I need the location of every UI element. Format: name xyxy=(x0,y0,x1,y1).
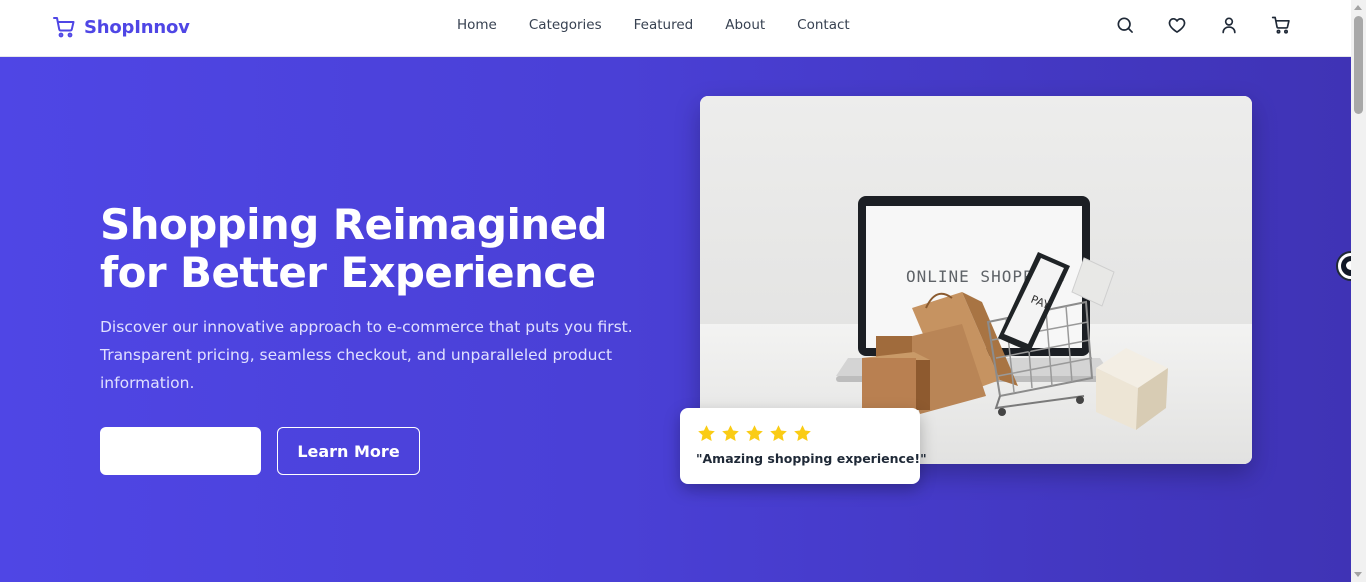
account-button[interactable] xyxy=(1219,15,1239,35)
wishlist-button[interactable] xyxy=(1167,15,1187,35)
hero-title-line: Shopping Reimagined xyxy=(100,200,608,249)
hero-title-line: for Better Experience xyxy=(100,248,596,297)
hero-title: Shopping Reimagined for Better Experienc… xyxy=(100,201,660,297)
search-icon xyxy=(1117,17,1133,33)
rating-stars xyxy=(696,423,816,444)
cart-button[interactable] xyxy=(1271,15,1291,35)
top-navbar: ShopInnov Home Categories Featured About… xyxy=(0,0,1351,57)
cart-icon xyxy=(1271,16,1290,34)
nav-icon-group xyxy=(1115,15,1291,35)
brand-logo-link[interactable]: ShopInnov xyxy=(52,13,190,41)
main-navigation: Home Categories Featured About Contact xyxy=(457,16,850,34)
primary-cta-button[interactable] xyxy=(100,427,261,475)
star-icon xyxy=(698,425,715,441)
hero-description-line: Discover our innovative approach to e-co… xyxy=(100,318,633,336)
search-button[interactable] xyxy=(1115,15,1135,35)
learn-more-button[interactable]: Learn More xyxy=(277,427,420,475)
star-icon xyxy=(722,425,739,441)
hero-description-line: Transparent pricing, seamless checkout, … xyxy=(100,346,613,364)
brand-name: ShopInnov xyxy=(84,16,190,38)
nav-link-categories[interactable]: Categories xyxy=(529,16,602,34)
nav-link-featured[interactable]: Featured xyxy=(634,16,694,34)
nav-link-about[interactable]: About xyxy=(725,16,765,34)
cart-icon xyxy=(53,17,75,38)
review-card: "Amazing shopping experience!" xyxy=(680,408,927,484)
star-icon xyxy=(770,425,787,441)
review-quote: "Amazing shopping experience!" xyxy=(696,451,927,466)
scroll-down-arrow-icon[interactable] xyxy=(1354,572,1362,577)
nav-link-home[interactable]: Home xyxy=(457,16,497,34)
scrollbar-thumb[interactable] xyxy=(1354,16,1363,114)
nav-link-contact[interactable]: Contact xyxy=(797,16,850,34)
page-scrollbar[interactable] xyxy=(1351,0,1366,582)
hero-description: Discover our innovative approach to e-co… xyxy=(100,313,660,397)
hero-description-line: information. xyxy=(100,374,195,392)
heart-icon xyxy=(1168,18,1186,33)
star-icon xyxy=(794,425,811,441)
user-icon xyxy=(1222,17,1236,34)
scroll-up-arrow-icon[interactable] xyxy=(1354,5,1362,10)
star-icon xyxy=(746,425,763,441)
